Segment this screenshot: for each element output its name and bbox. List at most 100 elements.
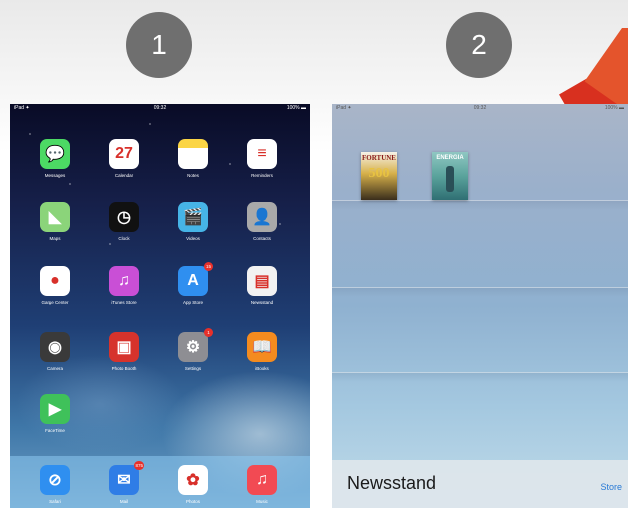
icon-glyph: 27 xyxy=(115,145,133,162)
app-contacts-app[interactable]: 👤 Contacts xyxy=(242,202,282,241)
icon-glyph: ♫ xyxy=(118,272,130,289)
photos-dock-icon[interactable]: ✿ xyxy=(178,465,208,495)
app-label: Mail xyxy=(119,499,129,504)
icon-glyph: ▶ xyxy=(48,401,62,418)
photo-booth-app-icon[interactable]: ▣ xyxy=(109,332,139,362)
icon-glyph: 📖 xyxy=(252,339,272,356)
magazine-title: ENERGIA xyxy=(436,155,464,161)
status-bar: iPad ✦ 09:32 100% ▬ xyxy=(10,104,310,114)
maps-app-icon[interactable]: ◣ xyxy=(40,202,70,232)
magazine-energia[interactable]: ENERGIA xyxy=(432,152,468,200)
app-music-dock[interactable]: ♫ Music xyxy=(242,465,282,504)
magazine-number: 500 xyxy=(368,166,390,181)
ibooks-app-icon[interactable]: 📖 xyxy=(247,332,277,362)
cover-figure xyxy=(446,166,454,192)
app-reminders-app[interactable]: ≡ Reminders xyxy=(242,139,282,178)
icon-glyph: ◷ xyxy=(117,209,131,226)
icon-glyph: ⚙ xyxy=(185,339,201,356)
camera-app-icon[interactable]: ◉ xyxy=(40,332,70,362)
app-maps-app[interactable]: ◣ Maps xyxy=(35,202,75,241)
app-label: iBooks xyxy=(255,366,269,371)
shelf-line xyxy=(332,200,628,201)
app-label: Clock xyxy=(118,236,130,241)
status-time: 09:32 xyxy=(473,105,487,111)
app-label: Calendar xyxy=(114,173,134,178)
step-badge-1: 1 xyxy=(126,12,192,78)
itunes-store-app-icon[interactable]: ♫ xyxy=(109,266,139,296)
mail-dock-icon[interactable]: ✉ 875 xyxy=(109,461,144,495)
notes-app-icon[interactable] xyxy=(178,139,208,169)
app-label: Contacts xyxy=(253,236,271,241)
app-clock-app[interactable]: ◷ Clock xyxy=(104,202,144,241)
app-calendar-app[interactable]: 27 Calendar xyxy=(104,139,144,178)
icon-glyph: 💬 xyxy=(45,146,65,163)
icon-glyph: ✉ xyxy=(117,472,131,489)
app-label: Camera xyxy=(46,366,63,371)
contacts-app-icon[interactable]: 👤 xyxy=(247,202,277,232)
app-store-app-icon[interactable]: A 15 xyxy=(178,262,213,296)
app-ibooks-app[interactable]: 📖 iBooks xyxy=(242,332,282,371)
app-label: Settings xyxy=(184,366,202,371)
settings-app-icon[interactable]: ⚙ 1 xyxy=(178,328,213,362)
app-label: Newsstand xyxy=(250,300,274,305)
icon-glyph: ▤ xyxy=(254,273,270,290)
icon-glyph: ● xyxy=(50,272,60,289)
notification-badge: 875 xyxy=(134,461,144,470)
app-app-store-app[interactable]: A 15 App Store xyxy=(173,262,213,305)
icon-glyph: ✿ xyxy=(186,472,200,489)
magazine-fortune[interactable]: FORTUNE 500 xyxy=(361,152,397,200)
notification-badge: 1 xyxy=(204,328,213,337)
shelf-line xyxy=(332,372,628,373)
app-facetime-app[interactable]: ▶ FaceTime xyxy=(35,394,75,433)
app-label: FaceTime xyxy=(45,428,65,433)
safari-dock-icon[interactable]: ⊘ xyxy=(40,465,70,495)
battery-indicator: 100% ▬ xyxy=(604,105,624,111)
app-camera-app[interactable]: ◉ Camera xyxy=(35,332,75,371)
store-button[interactable]: Store xyxy=(600,482,622,492)
shelf-line xyxy=(332,287,628,288)
app-label: Game Center xyxy=(41,300,69,305)
app-label: Videos xyxy=(186,236,200,241)
app-label: Photos xyxy=(185,499,200,504)
app-photo-booth-app[interactable]: ▣ Photo Booth xyxy=(104,332,144,371)
app-game-center-app[interactable]: ● Game Center xyxy=(35,266,75,305)
game-center-app-icon[interactable]: ● xyxy=(40,266,70,296)
app-videos-app[interactable]: 🎬 Videos xyxy=(173,202,213,241)
app-label: App Store xyxy=(182,300,203,305)
ipad-home-screen: iPad ✦ 09:32 100% ▬ 💬 Messages 27 Calendar N… xyxy=(10,104,310,508)
messages-app-icon[interactable]: 💬 xyxy=(40,139,70,169)
app-messages-app[interactable]: 💬 Messages xyxy=(35,139,75,178)
app-mail-dock[interactable]: ✉ 875 Mail xyxy=(104,461,144,504)
newsstand-footer: Newsstand Store xyxy=(332,460,628,508)
app-settings-app[interactable]: ⚙ 1 Settings xyxy=(173,328,213,371)
facetime-app-icon[interactable]: ▶ xyxy=(40,394,70,424)
app-label: Safari xyxy=(49,499,61,504)
icon-glyph: ◣ xyxy=(48,209,62,226)
shelf xyxy=(332,287,628,297)
clock-app-icon[interactable]: ◷ xyxy=(109,202,139,232)
app-itunes-store-app[interactable]: ♫ iTunes Store xyxy=(104,266,144,305)
app-newsstand-app[interactable]: ▤ Newsstand xyxy=(242,266,282,305)
dock: ⊘ Safari ✉ 875 Mail ✿ Photos ♫ Music xyxy=(10,456,310,508)
newsstand-app-icon[interactable]: ▤ xyxy=(247,266,277,296)
videos-app-icon[interactable]: 🎬 xyxy=(178,202,208,232)
app-label: Messages xyxy=(44,173,66,178)
status-bar: iPad ✦ 09:32 100% ▬ xyxy=(332,104,628,114)
app-photos-dock[interactable]: ✿ Photos xyxy=(173,465,213,504)
newsstand-screen: iPad ✦ 09:32 100% ▬ FORTUNE 500 ENERGIA … xyxy=(332,104,628,508)
icon-glyph: ▣ xyxy=(116,339,132,356)
icon-glyph: 👤 xyxy=(252,209,272,226)
icon-glyph: A xyxy=(187,272,199,289)
music-dock-icon[interactable]: ♫ xyxy=(247,465,277,495)
status-time: 09:32 xyxy=(153,105,167,111)
battery-indicator: 100% ▬ xyxy=(286,105,306,111)
app-label: Photo Booth xyxy=(111,366,137,371)
newsstand-title: Newsstand xyxy=(347,473,437,493)
magazine-title: FORTUNE xyxy=(362,154,396,162)
calendar-app-icon[interactable]: 27 xyxy=(109,139,139,169)
reminders-app-icon[interactable]: ≡ xyxy=(247,139,277,169)
icon-glyph: 🎬 xyxy=(183,209,203,226)
app-safari-dock[interactable]: ⊘ Safari xyxy=(35,465,75,504)
app-notes-app[interactable]: Notes xyxy=(173,139,213,178)
icon-glyph: ≡ xyxy=(257,145,267,162)
